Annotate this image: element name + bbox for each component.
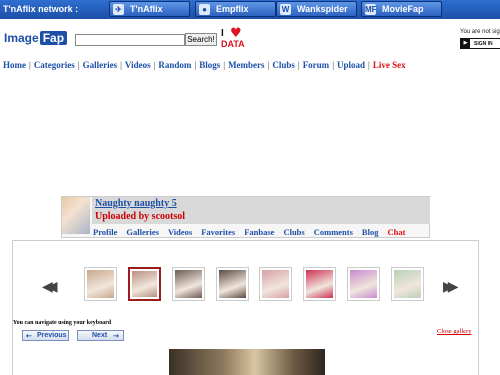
next-arrow-icon: ⇢ <box>113 333 119 340</box>
profile-nav-favorites[interactable]: Favorites <box>201 227 235 237</box>
profile-nav-blog[interactable]: Blog <box>362 227 379 237</box>
profile-nav-comments[interactable]: Comments <box>314 227 353 237</box>
nav-separator: | <box>368 60 370 70</box>
nav-forum[interactable]: Forum <box>303 60 330 70</box>
nav-categories[interactable]: Categories <box>34 60 75 70</box>
nav-random[interactable]: Random <box>158 60 191 70</box>
nav-separator: | <box>29 60 31 70</box>
i-love-data-logo[interactable]: I ♥ DATA <box>221 27 247 49</box>
sign-in-status: You are not sig <box>460 29 500 35</box>
profile-nav-videos[interactable]: Videos <box>168 227 192 237</box>
thumbnail-image <box>87 270 114 298</box>
wankspider-label: Wankspider <box>297 4 348 14</box>
next-arrows-icon[interactable]: ▶▶ <box>443 279 458 295</box>
moviefap-icon: MF <box>365 4 377 15</box>
moviefap-link[interactable]: MF MovieFap <box>361 1 442 17</box>
nav-videos[interactable]: Videos <box>125 60 151 70</box>
nav-separator: | <box>77 60 80 70</box>
main-photo[interactable] <box>169 349 325 375</box>
nav-blogs[interactable]: Blogs <box>199 60 220 70</box>
gallery-thumbnail[interactable] <box>84 267 117 301</box>
next-button[interactable]: Next ⇢ <box>77 330 124 341</box>
logo-part-image: Image <box>3 31 40 45</box>
nav-upload[interactable]: Upload <box>337 60 365 70</box>
empflix-label: Empflix <box>216 4 249 14</box>
gallery-thumbnail[interactable] <box>216 267 249 301</box>
profile-nav: Profile Galleries Videos Favorites Fanbase Cl… <box>93 227 414 237</box>
close-gallery-link[interactable]: Close gallery <box>437 328 471 335</box>
profile-nav-fanbase[interactable]: Fanbase <box>244 227 274 237</box>
previous-label: Previous <box>37 332 67 339</box>
prev-arrow-icon: ⇠ <box>26 333 32 340</box>
keyboard-hint: You can navigate using your keyboard <box>13 320 112 326</box>
search-button[interactable]: Search! <box>185 33 217 46</box>
site-logo[interactable]: Image Fap <box>3 31 68 46</box>
search-input[interactable] <box>75 34 185 46</box>
gallery-thumbnail[interactable] <box>259 267 292 301</box>
moviefap-label: MovieFap <box>382 4 424 14</box>
thumbnail-image <box>219 270 246 298</box>
wankspider-icon: W <box>280 4 291 15</box>
sign-in-label: SIGN IN <box>474 41 493 47</box>
thumbnail-image <box>262 270 289 298</box>
main-nav: Home | Categories | Galleries | Videos | Random |… <box>3 60 406 70</box>
thumbnail-image <box>306 270 333 298</box>
wankspider-link[interactable]: W Wankspider <box>276 1 357 17</box>
prev-arrows-icon[interactable]: ◀◀ <box>42 279 57 295</box>
profile-nav-clubs[interactable]: Clubs <box>283 227 304 237</box>
profile-nav-galleries[interactable]: Galleries <box>126 227 159 237</box>
gallery-thumbnail[interactable] <box>172 267 205 301</box>
previous-button[interactable]: ⇠ Previous <box>22 330 69 341</box>
nav-galleries[interactable]: Galleries <box>83 60 118 70</box>
gallery-thumbnail[interactable] <box>347 267 380 301</box>
thumbnail-image <box>175 270 202 298</box>
thumbnail-image <box>394 270 421 298</box>
sign-in-button[interactable]: ▶ SIGN IN <box>460 38 500 49</box>
uploader-avatar[interactable] <box>62 197 90 234</box>
tnaflix-label: T'nAflix <box>130 4 163 14</box>
nav-separator: | <box>297 60 300 70</box>
thumbnail-image <box>132 271 157 297</box>
tnaflix-link[interactable]: ✈ T'nAflix <box>109 1 190 17</box>
nav-separator: | <box>223 60 226 70</box>
nav-separator: | <box>332 60 334 70</box>
nav-separator: | <box>120 60 122 70</box>
empflix-icon: ● <box>199 4 210 15</box>
play-icon: ▶ <box>461 39 470 48</box>
next-label: Next <box>92 332 108 339</box>
logo-part-fap: Fap <box>39 31 68 45</box>
gallery-uploader: Uploaded by scootsol <box>95 211 186 222</box>
nav-clubs[interactable]: Clubs <box>272 60 295 70</box>
data-logo-text: DATA <box>221 39 245 49</box>
gallery-thumbnail[interactable] <box>128 267 161 301</box>
gallery-thumbnail[interactable] <box>391 267 424 301</box>
profile-nav-profile[interactable]: Profile <box>93 227 117 237</box>
gallery-thumbnail[interactable] <box>303 267 336 301</box>
nav-members[interactable]: Members <box>228 60 264 70</box>
profile-nav-chat[interactable]: Chat <box>387 227 405 237</box>
thumbnail-image <box>350 270 377 298</box>
empflix-link[interactable]: ● Empflix <box>195 1 276 17</box>
tnaflix-icon: ✈ <box>113 4 124 15</box>
network-label: T'nAflix network : <box>3 4 79 14</box>
nav-live-sex[interactable]: Live Sex <box>373 60 406 70</box>
gallery-title[interactable]: Naughty naughty 5 <box>95 198 177 209</box>
nav-home[interactable]: Home <box>3 60 26 70</box>
data-logo-i: I <box>221 28 224 39</box>
